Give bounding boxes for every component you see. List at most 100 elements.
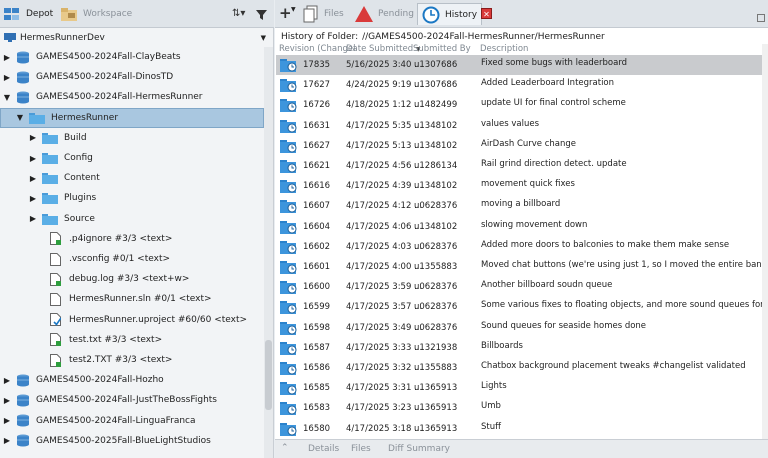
col-date[interactable]: Date Submitted ▼ [346,44,420,54]
history-row[interactable]: 16583 4/17/2025 3:23 ... u1365913 Umb [276,398,762,418]
history-row[interactable]: 17835 5/16/2025 3:40 ... u1307686 Fixed som… [276,55,762,75]
close-history-icon[interactable]: ✕ [481,8,492,19]
add-dropdown-icon[interactable]: ▼ [291,6,296,13]
collapsed-arrow-icon[interactable]: ▶ [28,174,38,183]
history-row[interactable]: 16616 4/17/2025 4:39 ... u1348102 movement … [276,176,762,196]
depot-item[interactable]: ▶ GAMES4500-2025Fall-BlueLightStudios [0,431,264,451]
description-cell: Billboards [481,340,523,351]
depot-item[interactable]: ▶ GAMES4500-2024Fall-DinosTD [0,67,264,87]
file-item[interactable]: test2.TXT #3/3 <text> [0,350,264,370]
folder-item[interactable]: ▶ Source [0,209,264,229]
depot-item[interactable]: ▶ GAMES4500-2024Fall-ClayBeats [0,47,264,67]
submitted-by-cell: u1348102 [414,221,458,232]
tree-item-label: GAMES4500-2024Fall-ClayBeats [36,52,181,62]
history-row[interactable]: 16604 4/17/2025 4:06 ... u1348102 slowing m… [276,217,762,237]
submitted-by-cell: u1348102 [414,181,458,192]
history-row[interactable]: 16607 4/17/2025 4:12 ... u0628376 moving a … [276,196,762,216]
revision-cell: 16600 [303,282,331,293]
add-icon[interactable]: + [279,4,292,22]
revision-cell: 16726 [303,100,331,111]
collapsed-arrow-icon[interactable]: ▶ [28,214,38,223]
file-item[interactable]: HermesRunner.uproject #60/60 <text> [0,310,264,330]
tree-scrollbar-thumb[interactable] [265,340,272,410]
folder-icon [42,193,58,205]
depot-item[interactable]: ▶ GAMES4500-2024Fall-LinguaFranca [0,411,264,431]
filter-icon[interactable] [256,10,267,20]
tab-details[interactable]: Details [308,444,339,454]
sort-icon[interactable]: ⇅▾ [232,8,245,19]
file-item[interactable]: .vsconfig #0/1 <text> [0,249,264,269]
folder-item[interactable]: ▼ HermesRunner [0,107,264,128]
changelist-icon [280,119,297,133]
collapsed-arrow-icon[interactable]: ▶ [28,154,38,163]
tree-item-label: HermesRunner.sln #0/1 <text> [69,294,212,305]
tab-workspace[interactable]: Workspace [60,3,132,25]
history-row[interactable]: 16585 4/17/2025 3:31 ... u1365913 Lights [276,378,762,398]
tab-files[interactable]: Files [303,3,344,25]
tab-diff-summary[interactable]: Diff Summary [388,444,450,454]
collapse-icon[interactable]: ⌃ [281,443,289,453]
tab-depot[interactable]: Depot [3,3,53,25]
history-row[interactable]: 16602 4/17/2025 4:03 ... u0628376 Added mor… [276,237,762,257]
right-toolbar: + ▼ Files Pending History ✕ [275,0,768,28]
submitted-by-cell: u1365913 [414,423,458,434]
history-row[interactable]: 16631 4/17/2025 5:35 ... u1348102 values va… [276,116,762,136]
col-date-label: Date Submitted [346,44,414,54]
folder-item[interactable]: ▶ Plugins [0,188,264,208]
history-row[interactable]: 16621 4/17/2025 4:56 ... u1286134 Rail grin… [276,156,762,176]
collapsed-arrow-icon[interactable]: ▶ [2,396,12,405]
col-revision[interactable]: Revision (Changel [279,44,355,54]
file-item[interactable]: .p4ignore #3/3 <text> [0,229,264,249]
file-item[interactable]: test.txt #3/3 <text> [0,330,264,350]
tree-item-label: GAMES4500-2024Fall-HermesRunner [36,92,203,103]
folder-item[interactable]: ▶ Build [0,128,264,148]
tab-pending[interactable]: Pending [355,3,414,25]
workspace-select[interactable]: HermesRunnerDev ▼ [4,30,270,46]
col-description[interactable]: Description [480,44,528,54]
collapsed-arrow-icon[interactable]: ▶ [28,133,38,142]
revision-cell: 16631 [303,120,331,131]
history-row[interactable]: 16601 4/17/2025 4:00 ... u1355883 Moved cha… [276,257,762,277]
date-cell: 4/17/2025 5:35 ... [346,120,423,131]
changelist-icon [280,301,297,315]
expanded-arrow-icon[interactable]: ▼ [15,113,25,122]
history-row[interactable]: 16627 4/17/2025 5:13 ... u1348102 AirDash C… [276,136,762,156]
file-item[interactable]: debug.log #3/3 <text+w> [0,269,264,289]
history-row[interactable]: 16586 4/17/2025 3:32 ... u1355883 Chatbox b… [276,358,762,378]
col-submitted-by[interactable]: Submitted By [413,44,471,54]
history-row[interactable]: 17627 4/24/2025 9:19 ... u1307686 Added Lea… [276,75,762,95]
tab-detail-files[interactable]: Files [351,444,371,454]
collapsed-arrow-icon[interactable]: ▶ [2,53,12,62]
description-cell: Another billboard soudn queue [481,280,613,291]
folder-icon [29,112,45,124]
description-cell: Chatbox background placement tweaks #cha… [481,361,746,371]
folder-item[interactable]: ▶ Content [0,168,264,188]
depot-item[interactable]: ▼ GAMES4500-2024Fall-HermesRunner [0,87,264,107]
collapsed-arrow-icon[interactable]: ▶ [28,194,38,203]
depot-item[interactable]: ▶ GAMES4500-2024Fall-JustTheBossFights [0,390,264,410]
revision-cell: 16601 [303,262,331,272]
tree-item-label: GAMES4500-2024Fall-DinosTD [36,72,174,83]
history-row[interactable]: 16587 4/17/2025 3:33 ... u1321938 Billboard… [276,338,762,358]
maximize-icon[interactable] [757,14,765,22]
tab-history[interactable]: History [417,3,483,25]
submitted-by-cell: u0628376 [414,322,458,333]
description-cell: Sound queues for seaside homes done [481,320,647,331]
depot-tree: ▶ GAMES4500-2024Fall-ClayBeats ▶ GAMES4500-… [0,47,264,458]
depot-item[interactable]: ▶ GAMES4500-2024Fall-Hozho [0,370,264,390]
description-cell: update UI for final control scheme [481,98,626,109]
history-row[interactable]: 16580 4/17/2025 3:18 ... u1365913 Stuff [276,419,762,439]
collapsed-arrow-icon[interactable]: ▶ [2,436,12,445]
collapsed-arrow-icon[interactable]: ▶ [2,416,12,425]
history-scrollbar[interactable] [762,44,768,439]
folder-item[interactable]: ▶ Config [0,148,264,168]
history-row[interactable]: 16600 4/17/2025 3:59 ... u0628376 Another b… [276,277,762,297]
collapsed-arrow-icon[interactable]: ▶ [2,376,12,385]
history-row[interactable]: 16599 4/17/2025 3:57 ... u0628376 Some vari… [276,297,762,317]
history-row[interactable]: 16726 4/18/2025 1:12 ... u1482499 update UI… [276,95,762,115]
history-row[interactable]: 16598 4/17/2025 3:49 ... u0628376 Sound que… [276,318,762,338]
collapsed-arrow-icon[interactable]: ▶ [2,73,12,82]
description-cell: Rail grind direction detect. update [481,159,627,169]
file-item[interactable]: HermesRunner.sln #0/1 <text> [0,289,264,309]
expanded-arrow-icon[interactable]: ▼ [2,93,12,102]
